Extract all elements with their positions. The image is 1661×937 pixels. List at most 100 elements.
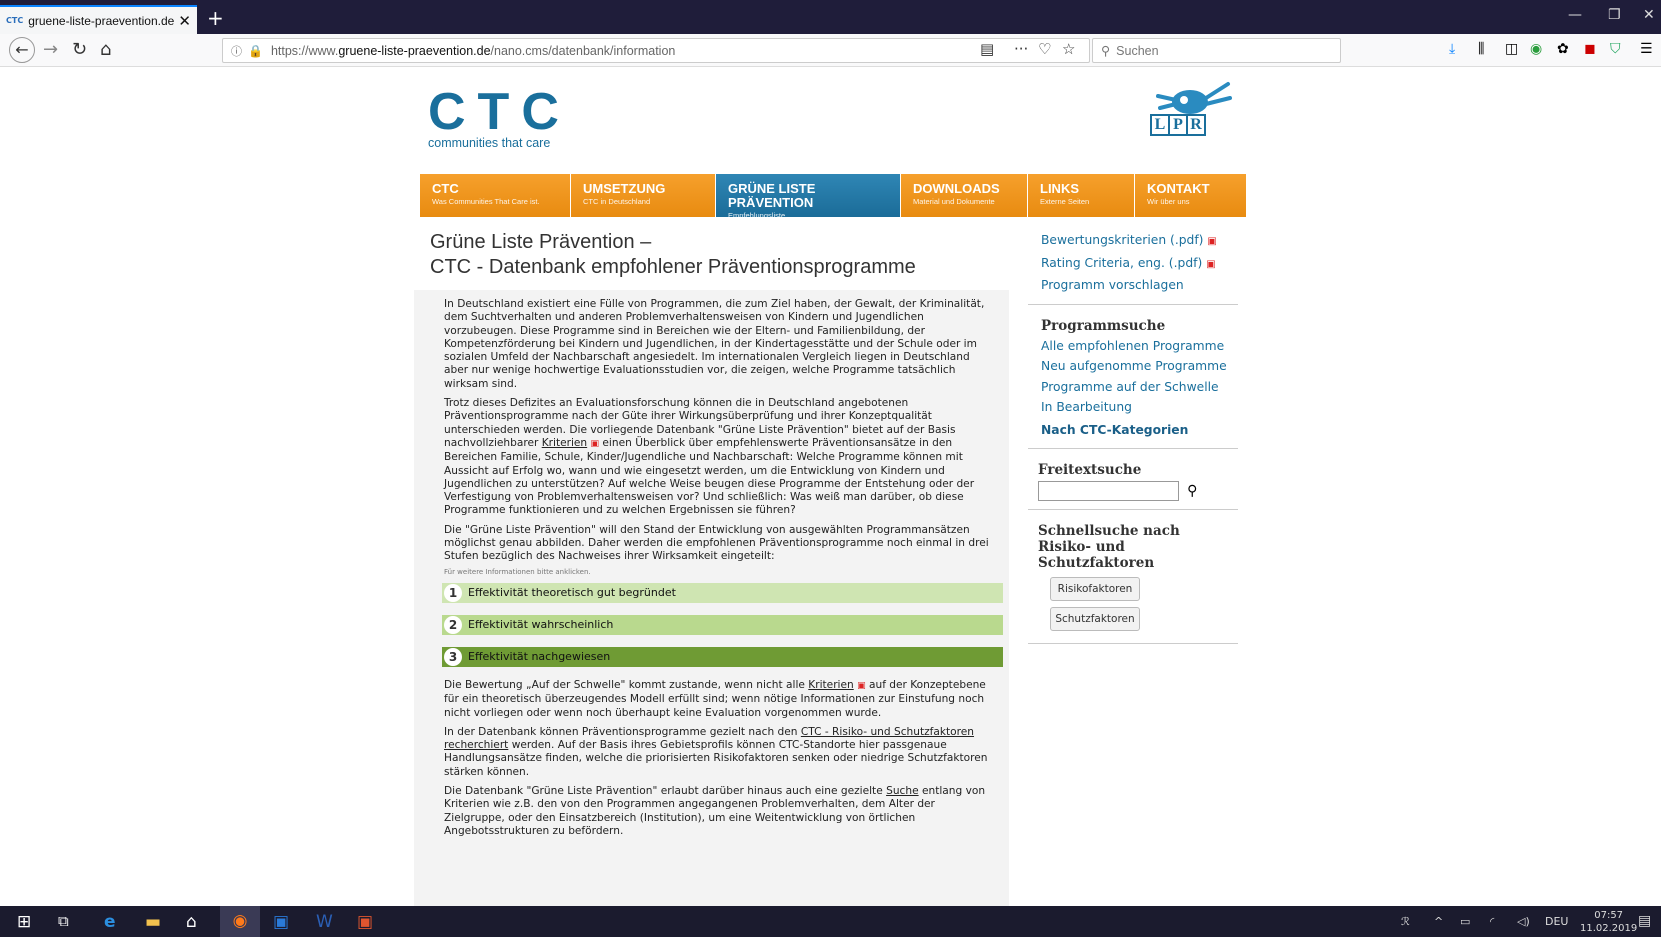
tab-title: gruene-liste-praevention.de/na [28,13,175,28]
wifi-icon[interactable]: ◜ [1490,915,1494,928]
sidebar-freitextsuche: Freitextsuche ⚲ [1028,449,1238,510]
notification-icon[interactable]: ▤ [1638,913,1651,929]
stufe-number: 1 [444,583,462,602]
suche-link[interactable]: Suche [886,785,919,797]
menu-label: UMSETZUNG [583,181,666,196]
close-window-icon[interactable]: ✕ [1643,7,1655,23]
stufe-number: 2 [444,615,462,634]
stufe-3-bar[interactable]: 3 Effektivität nachgewiesen [442,646,1003,667]
pdf-icon: ▣ [857,680,866,691]
kriterien-link[interactable]: Kriterien [542,437,587,449]
bookmark-star-icon[interactable]: ☆ [1062,40,1075,58]
menu-item-umsetzung[interactable]: UMSETZUNG CTC in Deutschland [571,174,716,217]
menu-item-ctc[interactable]: CTC Was Communities That Care ist. [420,174,571,217]
search-icon[interactable]: ⚲ [1187,483,1197,499]
menu-sublabel: Externe Seiten [1040,197,1090,206]
extension-icon[interactable]: ✿ [1557,41,1569,57]
schnellsuche-heading: Schnellsuche nach Risiko- und Schutzfakt… [1038,522,1180,571]
stufe-1-bar[interactable]: 1 Effektivität theoretisch gut begründet [442,582,1003,603]
windows-start-icon[interactable]: ⊞ [17,912,31,932]
minimize-icon[interactable]: — [1568,7,1582,23]
reload-icon[interactable]: ↻ [72,39,87,60]
search-icon: ⚲ [1101,44,1111,58]
sidebar-link-ctc-kategorien[interactable]: Nach CTC-Kategorien [1041,420,1228,441]
pdf-extension-icon[interactable]: ◼ [1584,41,1596,57]
menu-icon[interactable]: ☰ [1640,41,1653,57]
url-prefix: https://www. [270,43,339,58]
task-view-icon[interactable]: ⧉ [58,912,69,930]
ctc-logo[interactable]: CTC communities that care [428,86,571,150]
menu-item-kontakt[interactable]: KONTAKT Wir über uns [1135,174,1246,217]
menu-item-downloads[interactable]: DOWNLOADS Material und Dokumente [901,174,1028,217]
menu-sublabel: Empfehlungsliste [728,211,786,220]
sidebar-link-bearbeitung[interactable]: In Bearbeitung [1041,397,1228,418]
sidebar-icon[interactable]: ◫ [1505,41,1518,57]
info-icon[interactable]: ⓘ [231,43,242,59]
language-indicator[interactable]: DEU [1545,915,1568,928]
favicon: CTC [6,16,24,25]
sidebar-link-alle[interactable]: Alle empfohlenen Programme [1041,336,1228,357]
page-actions-icon[interactable]: ··· [1014,40,1028,58]
home-icon[interactable]: ⌂ [100,39,111,60]
word-icon[interactable]: W [316,912,333,932]
menu-sublabel: Wir über uns [1147,197,1190,206]
pocket-icon[interactable]: ♡ [1038,40,1051,58]
sidebar-link-bewertungskriterien[interactable]: Bewertungskriterien (.pdf) ▣ [1041,230,1228,253]
battery-icon[interactable]: ▭ [1460,915,1470,928]
back-icon[interactable]: ← [9,37,35,63]
reader-view-icon[interactable]: ▤ [980,40,994,58]
edge-icon[interactable]: e [104,912,116,932]
intro-paragraph: Die "Grüne Liste Prävention" will den St… [444,523,989,563]
freitext-input[interactable] [1038,480,1179,501]
library-icon[interactable]: ⫼ [1478,41,1484,57]
close-tab-icon[interactable]: ✕ [178,12,191,30]
sidebar-link-neu[interactable]: Neu aufgenomme Programme [1041,356,1228,377]
ctc-logo-tagline: communities that care [428,136,551,150]
intro-paragraph: Die Datenbank "Grüne Liste Prävention" e… [444,785,997,838]
sidebar-link-programm-vorschlagen[interactable]: Programm vorschlagen [1041,275,1228,296]
kriterien-link[interactable]: Kriterien [808,679,853,691]
tray-expand-icon[interactable]: ^ [1434,915,1443,928]
clock-time: 07:57 [1594,910,1624,921]
risikofaktoren-button[interactable]: Risikofaktoren [1050,576,1140,601]
sidebar: Bewertungskriterien (.pdf) ▣ Rating Crit… [1028,220,1238,644]
clock[interactable]: 07:57 11.02.2019 [1580,909,1637,935]
menu-sublabel: Was Communities That Care ist. [432,197,540,206]
menu-item-gruene-liste[interactable]: GRÜNE LISTE PRÄVENTION Empfehlungsliste [716,174,901,220]
menu-item-links[interactable]: LINKS Externe Seiten [1028,174,1135,217]
sidebar-docs: Bewertungskriterien (.pdf) ▣ Rating Crit… [1028,220,1238,305]
text: In der Datenbank können Präventionsprogr… [444,725,801,738]
url-bar[interactable]: ⓘ 🔒 https://www. gruene-liste-praevention… [222,38,1090,63]
screen: CTC gruene-liste-praevention.de/na ✕ + —… [0,0,1661,937]
browser-tab[interactable]: CTC gruene-liste-praevention.de/na ✕ [0,5,197,34]
sidebar-link-rating-criteria[interactable]: Rating Criteria, eng. (.pdf) ▣ [1041,253,1228,276]
stufe-label: Effektivität nachgewiesen [468,650,611,664]
menu-label: CTC [432,181,459,196]
volume-icon[interactable]: ◁) [1517,915,1530,928]
web-page: CTC communities that care L P R CTC Was … [0,68,1661,906]
browser-toolbar: ← → ↻ ⌂ ⓘ 🔒 https://www. gruene-liste-pra… [0,34,1661,67]
sidebar-link-schwelle[interactable]: Programme auf der Schwelle [1041,377,1228,398]
file-explorer-icon[interactable]: ▬ [145,912,161,932]
people-icon[interactable]: ℛ [1401,915,1410,928]
menu-label: LINKS [1040,181,1079,196]
download-icon[interactable]: ⤓ [1449,41,1455,57]
restore-icon[interactable]: ❐ [1608,7,1621,23]
store-icon[interactable]: ⌂ [186,912,197,932]
app-icon[interactable]: ▣ [273,912,289,932]
page-title-line1: Grüne Liste Prävention – [430,231,652,253]
firefox-icon[interactable]: ◉ [220,906,260,937]
lock-icon: 🔒 [248,43,263,58]
forward-icon[interactable]: → [43,39,58,60]
lpr-logo[interactable]: L P R [1150,114,1206,136]
app-red-icon[interactable]: ▣ [357,912,373,932]
shield-extension-icon[interactable]: ⛉ [1610,41,1621,57]
extension-green-icon[interactable]: ◉ [1530,41,1542,57]
new-tab-icon[interactable]: + [207,6,224,30]
stufe-2-bar[interactable]: 2 Effektivität wahrscheinlich [442,614,1003,635]
stufe-label: Effektivität wahrscheinlich [468,618,614,632]
search-input[interactable]: ⚲ Suchen [1092,38,1341,63]
schutzfaktoren-button[interactable]: Schutzfaktoren [1050,606,1140,631]
search-placeholder: Suchen [1116,43,1159,58]
url-domain: gruene-liste-praevention.de [338,43,491,58]
